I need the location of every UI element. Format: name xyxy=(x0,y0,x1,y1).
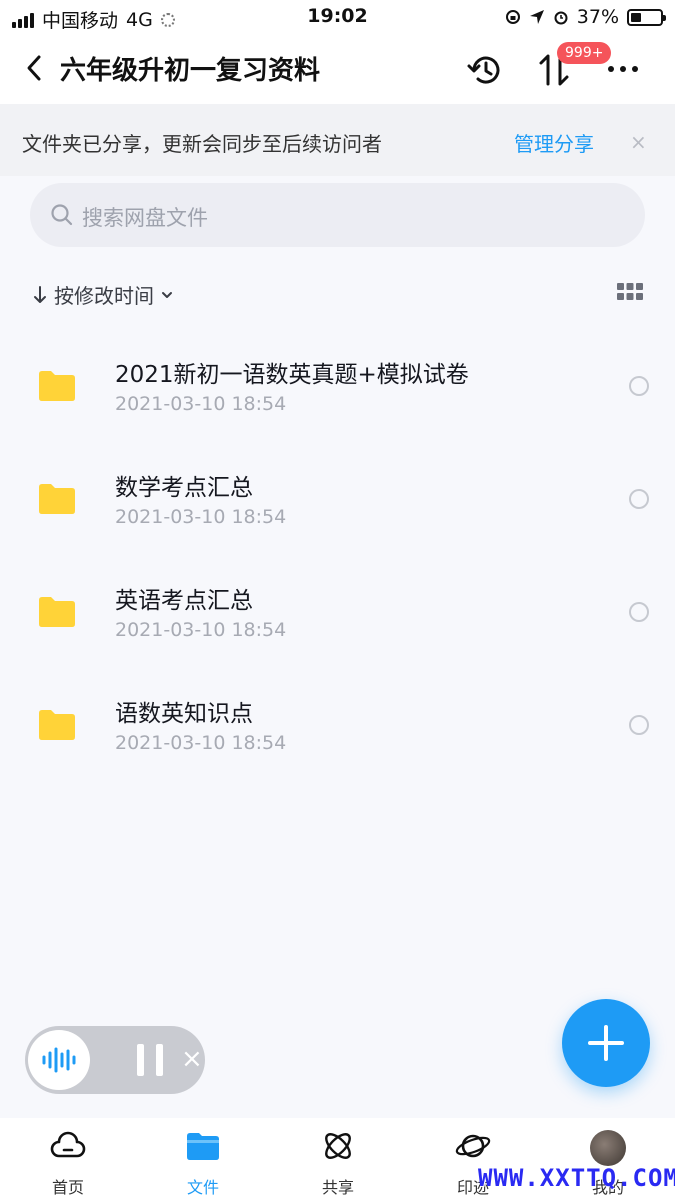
history-icon[interactable] xyxy=(466,50,506,90)
more-icon[interactable] xyxy=(603,54,643,84)
search-input[interactable]: 搜索网盘文件 xyxy=(82,202,208,232)
chevron-down-icon xyxy=(162,291,172,298)
tab-share[interactable]: 共享 xyxy=(288,1118,388,1200)
select-checkbox[interactable] xyxy=(629,489,649,509)
grid-view-icon[interactable] xyxy=(617,283,643,301)
sort-arrow-icon xyxy=(34,285,46,303)
tab-files[interactable]: 文件 xyxy=(153,1118,253,1200)
pause-icon[interactable] xyxy=(135,1043,165,1077)
location-icon xyxy=(529,10,544,24)
header: 六年级升初一复习资料 999+ xyxy=(0,34,675,104)
folder-icon xyxy=(39,710,75,740)
share-notice: 文件夹已分享，更新会同步至后续访问者 管理分享 × xyxy=(0,104,675,176)
search-icon xyxy=(51,204,73,226)
file-name: 2021新初一语数英真题+模拟试卷 xyxy=(115,362,469,388)
file-date: 2021-03-10 18:54 xyxy=(115,732,287,754)
sort-selector[interactable]: 按修改时间 xyxy=(32,280,174,309)
voice-widget: × xyxy=(25,1026,205,1094)
share-notice-text: 文件夹已分享，更新会同步至后续访问者 xyxy=(22,132,382,156)
soundwave-icon xyxy=(42,1047,76,1073)
file-name: 英语考点汇总 xyxy=(115,588,253,614)
page-title: 六年级升初一复习资料 xyxy=(60,56,321,86)
add-button[interactable] xyxy=(562,999,650,1087)
planet-icon xyxy=(455,1134,491,1158)
manage-share-link[interactable]: 管理分享 xyxy=(514,128,594,157)
status-bar: 中国移动 4G 19:02 37% xyxy=(0,0,675,34)
file-list-item[interactable]: 语数英知识点 2021-03-10 18:54 xyxy=(0,672,675,785)
search-bar[interactable]: 搜索网盘文件 xyxy=(30,183,645,247)
folder-icon xyxy=(39,371,75,401)
tab-label: 文件 xyxy=(186,1178,219,1197)
sort-label: 按修改时间 xyxy=(54,284,154,308)
battery-icon xyxy=(627,8,666,26)
select-checkbox[interactable] xyxy=(629,376,649,396)
close-notice-button[interactable]: × xyxy=(630,130,647,154)
voice-button[interactable] xyxy=(28,1030,90,1090)
file-list-item[interactable]: 2021新初一语数英真题+模拟试卷 2021-03-10 18:54 xyxy=(0,333,675,446)
file-date: 2021-03-10 18:54 xyxy=(115,619,287,641)
atom-icon xyxy=(325,1133,351,1159)
select-checkbox[interactable] xyxy=(629,715,649,735)
watermark: WWW.XXTTQ.COM xyxy=(478,1164,675,1192)
status-right: 37% xyxy=(505,6,666,28)
file-name: 数学考点汇总 xyxy=(115,475,253,501)
folder-icon xyxy=(39,484,75,514)
file-date: 2021-03-10 18:54 xyxy=(115,506,287,528)
rotation-lock-icon xyxy=(505,10,520,24)
file-name: 语数英知识点 xyxy=(115,701,253,727)
close-voice-button[interactable]: × xyxy=(181,1044,203,1074)
folder-icon xyxy=(39,597,75,627)
battery-percent: 37% xyxy=(576,6,619,28)
tab-home[interactable]: 首页 xyxy=(18,1118,118,1200)
tab-label: 首页 xyxy=(51,1178,84,1197)
alarm-icon xyxy=(554,11,568,25)
back-icon[interactable] xyxy=(18,50,54,86)
tab-label: 共享 xyxy=(321,1178,354,1197)
folder-icon xyxy=(187,1133,219,1160)
plus-icon xyxy=(588,1025,624,1061)
select-checkbox[interactable] xyxy=(629,602,649,622)
file-date: 2021-03-10 18:54 xyxy=(115,393,287,415)
file-list-item[interactable]: 数学考点汇总 2021-03-10 18:54 xyxy=(0,446,675,559)
file-list-item[interactable]: 英语考点汇总 2021-03-10 18:54 xyxy=(0,559,675,672)
cloud-icon xyxy=(50,1131,86,1158)
avatar xyxy=(590,1130,626,1166)
